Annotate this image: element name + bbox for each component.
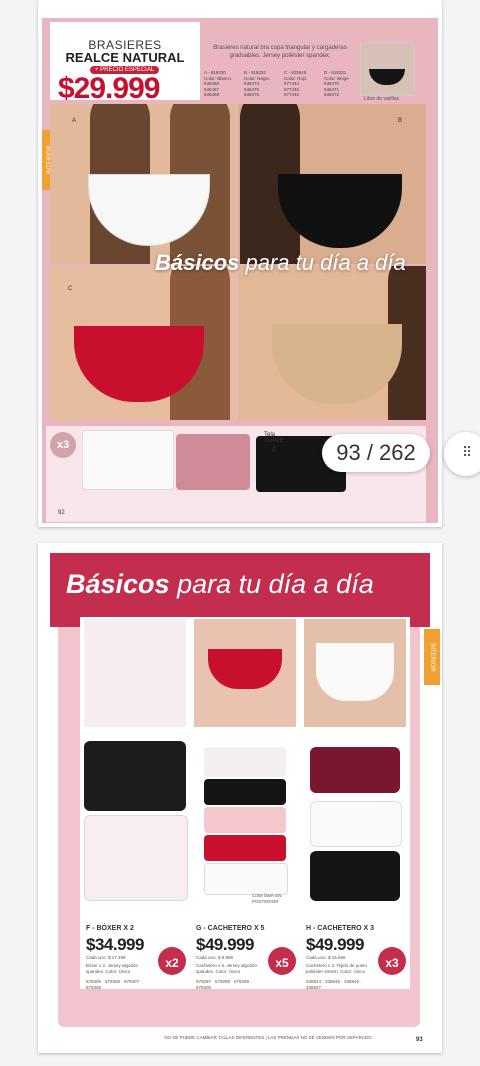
product-name: F - BÓXER X 2 xyxy=(86,925,134,932)
code-column: B - 618232 Color: Negro 636474 636475 636476 xyxy=(244,70,270,97)
page-counter: 93 / 262 xyxy=(322,434,430,472)
product-description: Brasieres natural bra copa triangular y … xyxy=(213,45,347,59)
section-tab: INTERIOR xyxy=(424,629,440,685)
photo-beige-bra xyxy=(238,266,426,420)
thumbnail-caption: Libre de varillas xyxy=(364,96,400,102)
product-desc: Cachetero x 3. Tejido de punto poliéster… xyxy=(306,963,367,974)
photo-cachetero-white xyxy=(304,619,406,727)
product-name: H - CACHETERO X 3 xyxy=(306,925,375,932)
photo-black-bra xyxy=(238,104,426,264)
back-view-thumbnail xyxy=(360,42,414,96)
code-column: A - 618230 Color: Blanco 636468 636467 63646… xyxy=(204,70,232,97)
grid-dots-icon: ⠿ xyxy=(462,444,472,460)
product-card-g: Corte láser EN POSTERIOR G - CACHETERO X… xyxy=(190,617,300,990)
photo-pack-white xyxy=(310,801,402,847)
photo-cachetero-red xyxy=(194,619,296,727)
product-codes: A - 618230 Color: Blanco 636468 636467 63646… xyxy=(204,70,372,100)
product-price: $49.999 xyxy=(196,935,254,954)
photo-pack-burgundy xyxy=(310,747,400,793)
label-c: C xyxy=(68,286,73,292)
product-desc: Cachetero x 5. Jersey algodón spandex. C… xyxy=(196,963,258,974)
x3-badge: x3 xyxy=(378,947,406,975)
product-unit-price: Cada uno: $ 9.999 xyxy=(196,955,234,960)
basicos-headline: Básicos para tu día a día xyxy=(155,250,406,275)
header-line2: REALCE NATURAL xyxy=(65,50,185,65)
code-column: C - 625545 Color: Rojo 677444 677445 677446 xyxy=(284,70,307,97)
price: $29.999 xyxy=(58,72,160,105)
grid-view-button[interactable]: ⠿ xyxy=(444,432,480,476)
photo-pack-1 xyxy=(204,747,286,777)
product-name: G - CACHETERO X 5 xyxy=(196,925,265,932)
photo-pack-3 xyxy=(204,807,286,833)
photo-pack-4 xyxy=(204,835,286,861)
basicos-headline: Básicos para tu día a día xyxy=(66,569,374,599)
photo-boxer-white xyxy=(84,815,188,901)
label-b: B xyxy=(398,118,403,124)
catalog-page-93: Básicos para tu día a día INTERIOR F - B… xyxy=(38,543,442,1053)
page-number: 92 xyxy=(58,510,65,516)
soft-fabric-label: Tela SUAVE xyxy=(264,432,284,444)
label-a: A xyxy=(72,118,77,124)
photo-white-bra xyxy=(50,104,236,264)
x2-badge: x2 xyxy=(158,947,186,975)
label-e: E xyxy=(272,448,277,454)
laser-cut-label: Corte láser EN POSTERIOR xyxy=(252,893,282,904)
label-d: D xyxy=(396,292,401,298)
product-price: $34.999 xyxy=(86,935,144,954)
photo-boxer-black xyxy=(84,741,186,811)
photo-red-bra xyxy=(50,266,236,420)
page-number: 93 xyxy=(416,1037,423,1043)
product-price: $49.999 xyxy=(306,935,364,954)
product-codes: 679305 · 679306 · 679307 · 679308 xyxy=(86,979,142,990)
product-unit-price: Cada uno: $ 16.666 xyxy=(306,955,346,960)
footer-note: NO SE PUEDE CAMBIAR TALLAS DIFERENTES | … xyxy=(164,1035,372,1040)
photo-pack-2 xyxy=(204,779,286,805)
price-header: BRASIERES REALCE NATURAL + PRECIO ESPECI… xyxy=(50,22,200,105)
photo-pack-5 xyxy=(204,863,288,895)
x5-badge: x5 xyxy=(268,947,296,975)
product-codes: 338844 · 338845 · 338846 · 338847 xyxy=(306,979,362,990)
product-card-h: H - CACHETERO X 3 $49.999 Cada uno: $ 16… xyxy=(300,617,410,990)
x3-badge: x3 xyxy=(50,432,76,458)
product-codes: 679297 · 679298 · 679299 · 679300 xyxy=(196,979,252,990)
photo-pack-black xyxy=(310,851,400,901)
product-desc: Bóxer x 2. Jersey algodón spandex. Color… xyxy=(86,963,139,974)
product-card-f: F - BÓXER X 2 $34.999 Cada uno: $ 17.499… xyxy=(80,617,190,990)
photo-boxer-printed xyxy=(84,619,186,727)
product-unit-price: Cada uno: $ 17.499 xyxy=(86,955,126,960)
